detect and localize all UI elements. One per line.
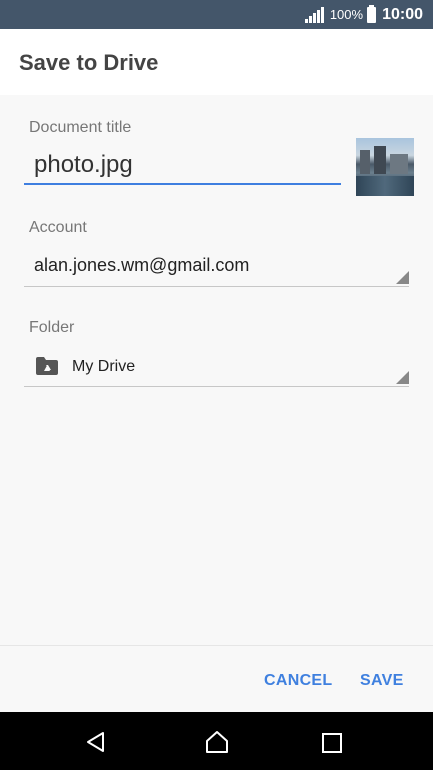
page-title: Save to Drive [19, 50, 159, 75]
folder-dropdown[interactable]: My Drive [24, 347, 409, 387]
clock: 10:00 [382, 5, 423, 23]
signal-icon [304, 6, 324, 23]
status-bar: 100% 10:00 [0, 0, 433, 29]
folder-value: My Drive [72, 358, 136, 375]
app-header: Save to Drive [0, 29, 433, 95]
dropdown-arrow-icon [396, 271, 409, 284]
home-icon[interactable] [204, 729, 230, 755]
back-icon[interactable] [84, 730, 108, 754]
recents-icon[interactable] [321, 732, 343, 754]
document-title-input[interactable]: photo.jpg [24, 147, 341, 185]
cancel-button[interactable]: CANCEL [264, 672, 332, 690]
battery-icon [367, 4, 377, 23]
drive-folder-icon [36, 357, 58, 375]
dropdown-arrow-icon [396, 371, 409, 384]
folder-label: Folder [29, 319, 75, 336]
save-form: Document title photo.jpg Account alan.jo… [0, 95, 433, 645]
action-bar: CANCEL SAVE [0, 645, 433, 713]
save-button[interactable]: SAVE [360, 672, 404, 690]
battery-percent: 100% [329, 7, 364, 22]
account-dropdown[interactable]: alan.jones.wm@gmail.com [24, 247, 409, 287]
account-label: Account [29, 219, 87, 236]
account-value: alan.jones.wm@gmail.com [34, 255, 250, 275]
photo-thumbnail [356, 138, 414, 196]
document-title-label: Document title [29, 119, 132, 136]
navigation-bar [0, 712, 433, 770]
